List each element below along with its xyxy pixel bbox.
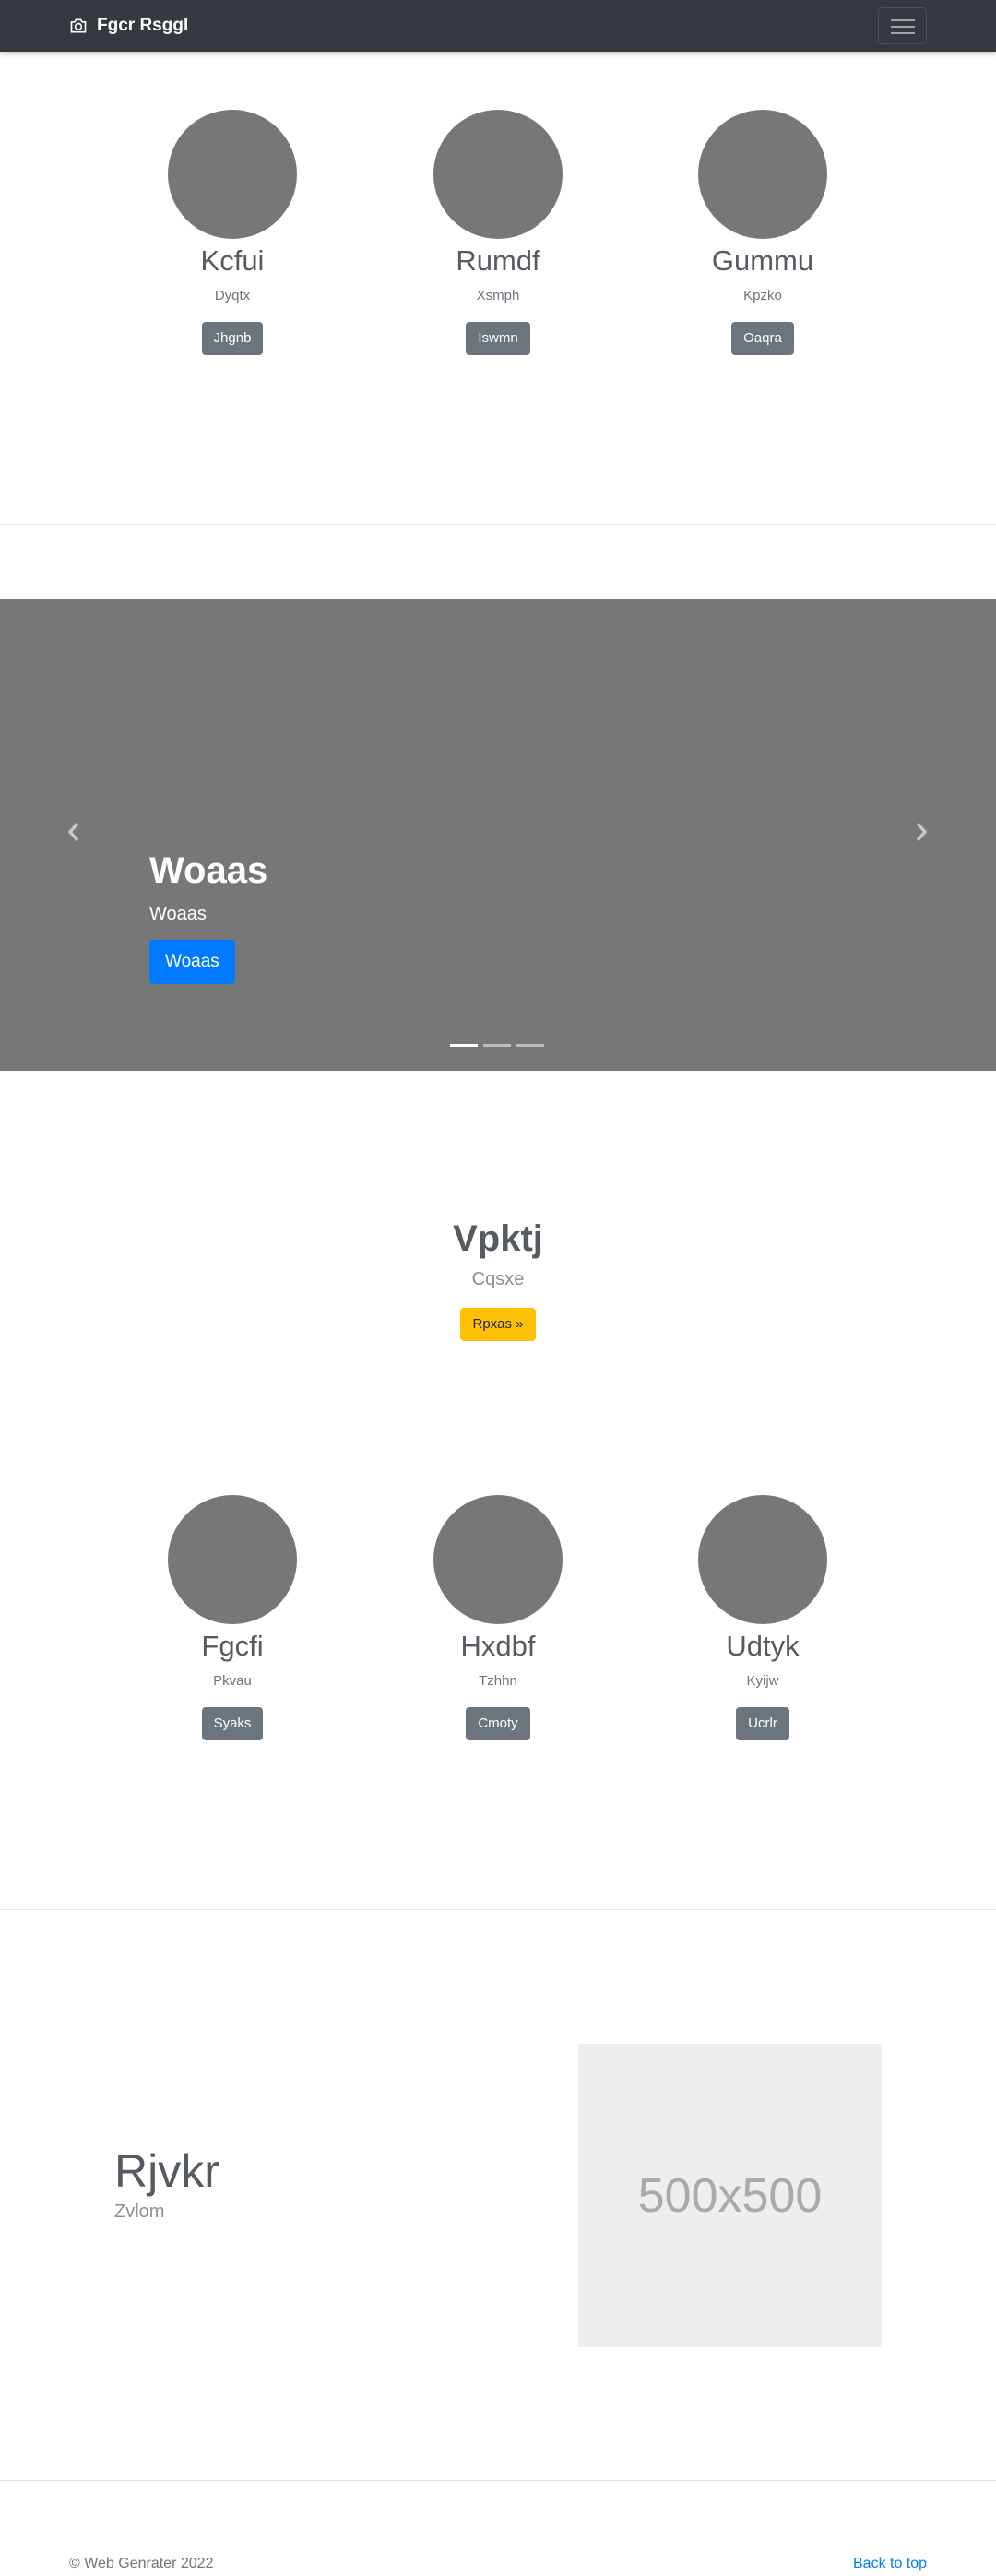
brand-link[interactable]: Fgcr Rsggl bbox=[69, 15, 188, 37]
carousel-indicator[interactable] bbox=[516, 1044, 544, 1047]
carousel-indicator[interactable] bbox=[483, 1044, 511, 1047]
column-text: Kyijw bbox=[746, 1673, 779, 1689]
column-heading: Fgcfi bbox=[201, 1630, 264, 1662]
featurette-heading: Rjvkr bbox=[114, 2145, 219, 2197]
column-button[interactable]: Iswmn bbox=[466, 322, 530, 355]
carousel-prev-button[interactable] bbox=[63, 818, 85, 846]
marketing-column: Hxdbf Tzhhn Cmoty bbox=[360, 1495, 636, 1740]
chevron-right-icon bbox=[916, 822, 928, 842]
section-divider bbox=[0, 2480, 996, 2481]
hamburger-icon bbox=[891, 19, 915, 21]
column-text: Dyqtx bbox=[214, 288, 251, 303]
navbar: Fgcr Rsggl bbox=[0, 0, 996, 52]
marketing-column: Fgcfi Pkvau Syaks bbox=[94, 1495, 371, 1740]
column-text: Kpzko bbox=[743, 288, 782, 303]
marketing-column: Gummu Kpzko Oaqra bbox=[624, 110, 901, 355]
section-divider bbox=[0, 524, 996, 525]
carousel-button[interactable]: Woaas bbox=[149, 940, 235, 984]
hero-text: Cqsxe bbox=[471, 1269, 525, 1289]
avatar bbox=[168, 110, 297, 239]
placeholder-label: 500x500 bbox=[637, 2168, 823, 2223]
column-heading: Udtyk bbox=[726, 1630, 800, 1662]
marketing-column: Rumdf Xsmph Iswmn bbox=[360, 110, 636, 355]
carousel-caption: Woaas Woaas Woaas bbox=[149, 849, 267, 984]
carousel-next-button[interactable] bbox=[910, 818, 932, 846]
avatar bbox=[168, 1495, 297, 1624]
column-heading: Hxdbf bbox=[460, 1630, 536, 1662]
marketing-column: Udtyk Kyijw Ucrlr bbox=[624, 1495, 901, 1740]
camera-icon bbox=[70, 18, 87, 33]
featurette-text: Rjvkr Zvlom bbox=[114, 2144, 219, 2224]
column-text: Xsmph bbox=[476, 288, 520, 303]
marketing-column: Kcfui Dyqtx Jhgnb bbox=[94, 110, 371, 355]
brand-name: Fgcr Rsggl bbox=[97, 16, 189, 35]
column-text: Tzhhn bbox=[479, 1673, 517, 1689]
column-button[interactable]: Ucrlr bbox=[736, 1707, 789, 1740]
column-text: Pkvau bbox=[213, 1673, 252, 1689]
featurette-image-placeholder: 500x500 bbox=[578, 2044, 882, 2347]
avatar bbox=[698, 1495, 827, 1624]
column-button[interactable]: Jhgnb bbox=[201, 322, 264, 355]
carousel-heading: Woaas bbox=[149, 850, 268, 891]
hero-section: Vpktj Cqsxe Rpxas » bbox=[0, 1216, 996, 1341]
avatar bbox=[433, 110, 563, 239]
footer-copyright: © Web Genrater 2022 bbox=[69, 2556, 214, 2571]
hero-button[interactable]: Rpxas » bbox=[460, 1308, 536, 1341]
carousel-text: Woaas bbox=[149, 904, 207, 924]
featurette-subtext: Zvlom bbox=[114, 2202, 165, 2222]
carousel: Woaas Woaas Woaas bbox=[0, 599, 996, 1071]
column-heading: Kcfui bbox=[200, 244, 265, 277]
section-divider bbox=[0, 1909, 996, 1910]
hero-heading: Vpktj bbox=[453, 1218, 543, 1259]
navbar-toggler[interactable] bbox=[878, 7, 927, 44]
back-to-top-link[interactable]: Back to top bbox=[853, 2556, 927, 2572]
column-heading: Gummu bbox=[711, 244, 814, 277]
carousel-indicator[interactable] bbox=[450, 1044, 478, 1047]
column-button[interactable]: Syaks bbox=[201, 1707, 264, 1740]
chevron-left-icon bbox=[67, 822, 79, 842]
carousel-indicators bbox=[450, 1044, 544, 1047]
column-button[interactable]: Oaqra bbox=[731, 322, 794, 355]
column-heading: Rumdf bbox=[456, 244, 540, 277]
column-button[interactable]: Cmoty bbox=[466, 1707, 530, 1740]
avatar bbox=[698, 110, 827, 239]
avatar bbox=[433, 1495, 563, 1624]
